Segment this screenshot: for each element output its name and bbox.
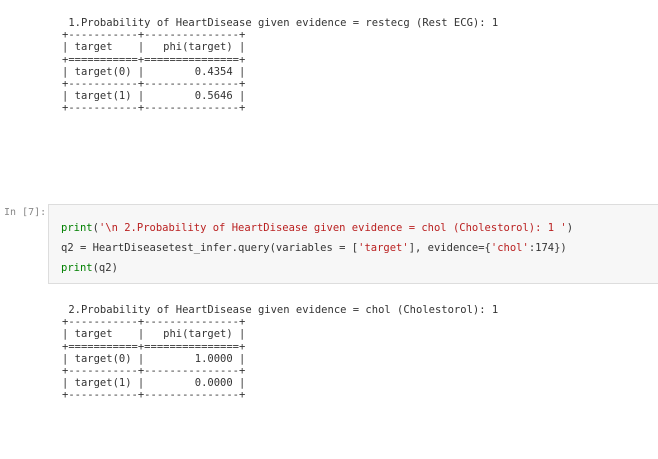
code-text: ], evidence={ <box>408 242 491 254</box>
table-row: | target(1) | 0.5646 | <box>62 90 246 103</box>
table-row: | target(1) | 0.0000 | <box>62 377 246 390</box>
output-block-chol: 2.Probability of HeartDisease given evid… <box>62 304 498 402</box>
code-cell[interactable]: print('\n 2.Probability of HeartDisease … <box>48 204 658 284</box>
table-header-separator: +===========+===============+ <box>62 53 246 66</box>
table-border: +-----------+---------------+ <box>62 29 246 42</box>
print-keyword: print <box>61 262 93 274</box>
table-border: +-----------+---------------+ <box>62 365 246 378</box>
paren: ) <box>566 222 574 234</box>
code-line-2: q2 = HeartDiseasetest_infer.query(variab… <box>61 242 567 254</box>
output-block-restecg: 1.Probability of HeartDisease given evid… <box>62 17 498 115</box>
code-text: :174}) <box>528 242 567 254</box>
input-prompt: In [7]: <box>4 207 47 218</box>
code-editor[interactable]: print('\n 2.Probability of HeartDisease … <box>61 218 573 278</box>
table-border: +-----------+---------------+ <box>62 316 246 329</box>
print-keyword: print <box>61 222 93 234</box>
table-border: +-----------+---------------+ <box>62 78 246 91</box>
table-header-row: | target | phi(target) | <box>62 41 246 54</box>
table-border: +-----------+---------------+ <box>62 102 246 115</box>
table-row: | target(0) | 1.0000 | <box>62 352 246 365</box>
table-border: +-----------+---------------+ <box>62 389 246 402</box>
table-row: | target(0) | 0.4354 | <box>62 65 246 78</box>
output-title: 1.Probability of HeartDisease given evid… <box>62 17 499 29</box>
string-literal: '\n 2.Probability of HeartDisease given … <box>98 222 567 234</box>
code-line-3: print(q2) <box>61 262 118 274</box>
string-literal: 'target' <box>358 242 409 254</box>
string-literal: 'chol' <box>490 242 529 254</box>
code-line-1: print('\n 2.Probability of HeartDisease … <box>61 222 573 234</box>
table-header-row: | target | phi(target) | <box>62 328 246 341</box>
table-header-separator: +===========+===============+ <box>62 340 246 353</box>
code-text: q2 = HeartDiseasetest_infer.query(variab… <box>61 242 359 254</box>
output-title: 2.Probability of HeartDisease given evid… <box>62 304 499 316</box>
code-text: (q2) <box>92 262 118 274</box>
